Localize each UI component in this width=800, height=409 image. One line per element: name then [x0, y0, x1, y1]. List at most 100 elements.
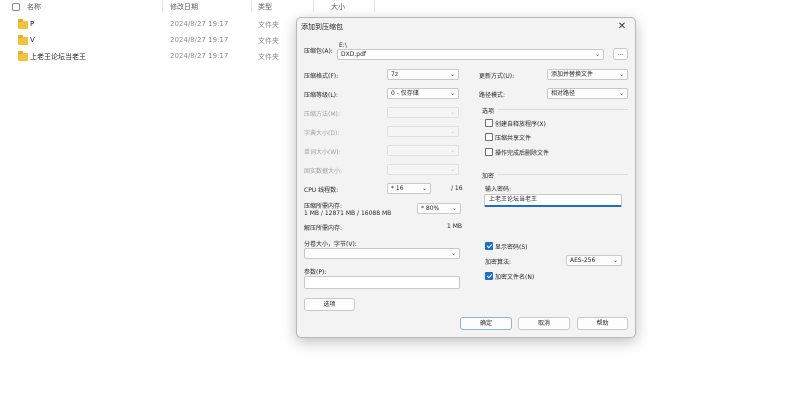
word-label: 单词大小(W): — [304, 149, 341, 156]
shared-checkbox[interactable] — [485, 133, 493, 141]
format-value: 7z — [391, 71, 398, 78]
file-modified: 2024/8/27 19:17 — [170, 20, 229, 28]
password-label: 输入密码: — [485, 186, 512, 193]
path-value: 相对路径 — [551, 90, 576, 97]
mem-decompress-value: 1 MB — [447, 223, 463, 230]
file-name: 上老王论坛当老王 — [30, 53, 86, 61]
cpu-value: * 16 — [391, 185, 404, 192]
add-to-archive-dialog: 添加到压缩包 ✕ 压缩包(A): E:\ DXD.pdf ⌄ ... 压缩格式(… — [296, 17, 636, 338]
archive-name-value: DXD.pdf — [341, 51, 366, 58]
mem-decompress-label: 解压所需内存: — [304, 225, 343, 232]
archive-dir: E:\ — [339, 42, 347, 49]
solid-label: 固实数据大小: — [304, 168, 343, 175]
cpu-total: / 16 — [451, 185, 463, 192]
folder-icon — [18, 35, 28, 45]
chevron-down-icon: ⌄ — [449, 71, 455, 78]
folder-icon — [18, 19, 28, 29]
mem-compress-detail: 1 MB / 12871 MB / 16088 MB — [304, 210, 392, 217]
encrypt-names-checkbox[interactable] — [485, 272, 493, 280]
chevron-down-icon: ⌄ — [450, 250, 456, 257]
update-label: 更新方式(U): — [479, 73, 515, 80]
password-input[interactable]: 上老王论坛当老王 — [484, 194, 622, 207]
file-modified: 2024/8/27 19:17 — [170, 36, 229, 44]
sfx-checkbox[interactable] — [485, 119, 493, 127]
group-divider — [497, 109, 628, 110]
close-icon[interactable]: ✕ — [615, 20, 629, 34]
update-value: 添加并替换文件 — [551, 71, 594, 78]
update-select[interactable]: 添加并替换文件 ⌄ — [547, 69, 628, 80]
level-value: 0 - 仅存储 — [391, 90, 419, 97]
path-select[interactable]: 相对路径 ⌄ — [547, 88, 628, 99]
file-type: 文件夹 — [258, 21, 279, 29]
chevron-down-icon: ⌄ — [449, 90, 455, 97]
file-row[interactable]: 上老王论坛当老王 2024/8/27 19:17 文件夹 — [0, 49, 300, 64]
file-name: P — [30, 20, 35, 28]
path-label: 路径模式: — [479, 92, 506, 99]
encryption-method-label: 加密算法: — [485, 259, 512, 266]
encryption-method-value: AES-256 — [570, 257, 596, 264]
file-modified: 2024/8/27 19:17 — [170, 52, 229, 60]
file-row[interactable]: V 2024/8/27 19:17 文件夹 — [0, 33, 300, 48]
chevron-down-icon: ⌄ — [421, 185, 427, 192]
options-group-title: 选项 — [482, 108, 495, 115]
encryption-method-select[interactable]: AES-256 ⌄ — [566, 255, 622, 266]
file-name: V — [30, 36, 35, 44]
browse-button[interactable]: ... — [613, 48, 628, 60]
cpu-label: CPU 线程数: — [304, 187, 339, 194]
show-password-label[interactable]: 显示密码(S) — [495, 242, 528, 251]
solid-select[interactable]: ⌄ — [387, 164, 459, 175]
help-button[interactable]: 帮助 — [577, 317, 628, 330]
ok-button[interactable]: 确定 — [460, 317, 512, 330]
chevron-down-icon: ⌄ — [449, 128, 455, 135]
column-header-size[interactable]: 大小 — [331, 2, 345, 12]
split-select[interactable]: ⌄ — [304, 248, 460, 259]
file-type: 文件夹 — [258, 37, 279, 45]
column-divider[interactable] — [162, 0, 163, 12]
column-divider[interactable] — [313, 0, 314, 12]
dict-select[interactable]: ⌄ — [387, 126, 459, 137]
options-button[interactable]: 选项 — [304, 298, 355, 311]
mem-compress-label: 压缩所需内存: — [304, 203, 343, 210]
select-all-checkbox[interactable] — [12, 3, 20, 11]
column-header-type[interactable]: 类型 — [258, 2, 272, 12]
encrypt-names-label[interactable]: 加密文件名(N) — [495, 272, 534, 281]
mem-percent-value: * 80% — [421, 205, 440, 212]
file-row[interactable]: P 2024/8/27 19:17 文件夹 — [0, 17, 300, 32]
archive-label: 压缩包(A): — [304, 48, 333, 55]
chevron-down-icon: ⌄ — [618, 90, 624, 97]
chevron-down-icon: ⌄ — [449, 166, 455, 173]
shared-label[interactable]: 压缩共享文件 — [495, 133, 531, 142]
chevron-down-icon: ⌄ — [449, 109, 455, 116]
method-label: 压缩方法(M): — [304, 111, 340, 118]
cancel-button[interactable]: 取消 — [518, 317, 570, 330]
params-input[interactable] — [304, 276, 460, 289]
level-select[interactable]: 0 - 仅存储 ⌄ — [387, 88, 459, 99]
delete-label[interactable]: 操作完成后删除文件 — [495, 148, 549, 157]
level-label: 压缩等级(L): — [304, 92, 339, 99]
column-divider[interactable] — [251, 0, 252, 12]
dialog-title: 添加到压缩包 — [301, 23, 343, 31]
chevron-down-icon: ⌄ — [612, 257, 618, 264]
mem-percent-select[interactable]: * 80% ⌄ — [417, 203, 461, 214]
show-password-checkbox[interactable] — [485, 242, 493, 250]
delete-checkbox[interactable] — [485, 148, 493, 156]
column-header-name[interactable]: 名称 — [27, 2, 41, 12]
encrypt-group-title: 加密 — [482, 173, 495, 180]
column-header-modified[interactable]: 修改日期 — [170, 2, 198, 12]
chevron-down-icon: ⌄ — [449, 147, 455, 154]
cpu-select[interactable]: * 16 ⌄ — [387, 183, 431, 194]
group-divider — [497, 174, 628, 175]
sfx-label[interactable]: 创建自释放程序(X) — [495, 119, 546, 128]
folder-icon — [18, 51, 28, 61]
archive-name-combo[interactable]: DXD.pdf ⌄ — [337, 49, 604, 60]
format-label: 压缩格式(F): — [304, 73, 339, 80]
chevron-down-icon: ⌄ — [451, 205, 457, 212]
file-type: 文件夹 — [258, 53, 279, 61]
chevron-down-icon[interactable]: ⌄ — [595, 50, 600, 59]
method-select[interactable]: ⌄ — [387, 107, 459, 118]
format-select[interactable]: 7z ⌄ — [387, 69, 459, 80]
column-divider[interactable] — [374, 0, 375, 12]
word-select[interactable]: ⌄ — [387, 145, 459, 156]
dict-label: 字典大小(D): — [304, 130, 340, 137]
split-label: 分卷大小，字节(V): — [304, 241, 357, 248]
